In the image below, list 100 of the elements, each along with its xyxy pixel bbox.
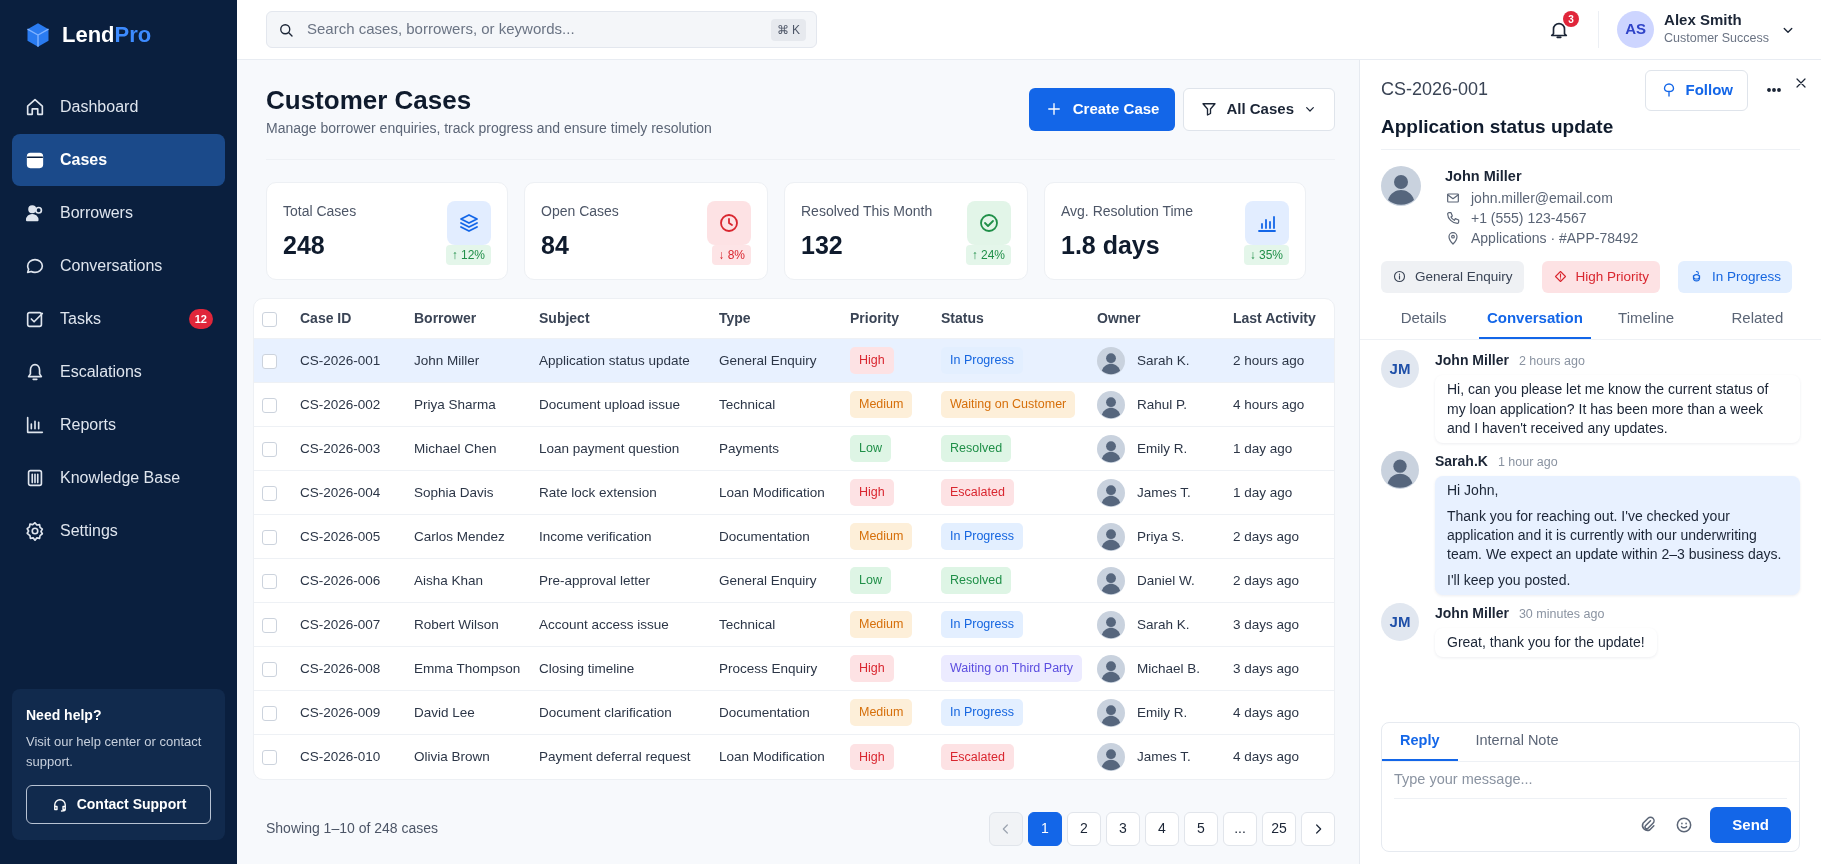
search-input[interactable]: Search cases, borrowers, or keywords...	[305, 17, 761, 42]
case-tag: General Enquiry	[1381, 260, 1524, 293]
status-badge: In Progress	[941, 611, 1023, 639]
sidebar-item[interactable]: Conversations	[12, 240, 225, 292]
type-text: Technical	[719, 396, 776, 412]
subject-text: Document upload issue	[539, 396, 681, 412]
column-header[interactable]: Borrower	[414, 310, 477, 327]
status-badge: Escalated	[941, 743, 1014, 771]
page-subtitle: Manage borrower enquiries, track progress and ensure timely resolution	[266, 118, 712, 138]
composer-tab[interactable]: Reply	[1382, 723, 1458, 761]
subject-text: Account access issue	[539, 616, 669, 632]
sidebar-item[interactable]: Settings	[12, 505, 225, 557]
subject-text: Application status update	[539, 352, 690, 368]
borrower-name: Michael Chen	[414, 440, 497, 456]
case-title: Application status update	[1381, 112, 1800, 150]
column-header[interactable]: Last Activity	[1233, 310, 1316, 327]
subject-text: Document clarification	[539, 704, 672, 720]
subject-text: Loan payment question	[539, 440, 680, 456]
detail-tab[interactable]: Conversation	[1479, 298, 1591, 340]
filter-dropdown[interactable]: All Cases	[1183, 88, 1335, 131]
case-id[interactable]: CS-2026-007	[300, 616, 381, 632]
shortcut-hint: ⌘ K	[770, 18, 806, 41]
composer-tab[interactable]: Internal Note	[1457, 723, 1577, 761]
case-id[interactable]: CS-2026-006	[300, 572, 381, 588]
case-tag: High Priority	[1541, 260, 1661, 293]
send-button[interactable]: Send	[1710, 806, 1791, 843]
column-header[interactable]: Priority	[850, 310, 899, 327]
page-button[interactable]: 4	[1145, 811, 1179, 846]
last-activity: 3 days ago	[1233, 660, 1300, 676]
detail-tab[interactable]: Related	[1701, 298, 1813, 340]
subject-text: Closing timeline	[539, 660, 635, 676]
page-button[interactable]: 3	[1106, 811, 1140, 846]
reply-composer[interactable]: Reply Internal Note Type your message... Send	[1381, 722, 1800, 852]
case-id[interactable]: CS-2026-009	[300, 704, 381, 720]
detail-tab[interactable]: Details	[1368, 298, 1480, 340]
status-badge: In Progress	[941, 523, 1023, 551]
borrower-name: Emma Thompson	[414, 660, 521, 676]
contact-email[interactable]: john.miller@email.com	[1471, 187, 1613, 209]
borrower-name: John Miller	[414, 352, 480, 368]
case-id[interactable]: CS-2026-003	[300, 440, 381, 456]
column-header[interactable]: Subject	[539, 310, 590, 327]
type-text: General Enquiry	[719, 572, 817, 588]
last-activity: 2 days ago	[1233, 572, 1300, 588]
page-button[interactable]: ...	[1223, 811, 1257, 846]
case-id[interactable]: CS-2026-008	[300, 660, 381, 676]
owner-name: Emily R.	[1137, 439, 1188, 458]
type-text: Loan Modification	[719, 748, 825, 764]
owner-name: Michael B.	[1137, 659, 1201, 678]
sidebar-item[interactable]: Borrowers	[12, 187, 225, 239]
contact-phone: +1 (555) 123-4567	[1471, 209, 1587, 229]
column-header[interactable]: Status	[941, 310, 984, 327]
sidebar-item[interactable]: Tasks 12	[12, 293, 225, 345]
page-button[interactable]: 5	[1184, 811, 1218, 846]
status-badge: In Progress	[941, 699, 1023, 727]
case-id[interactable]: CS-2026-005	[300, 528, 381, 544]
case-tag: In Progress	[1678, 260, 1793, 293]
case-id[interactable]: CS-2026-002	[300, 396, 381, 412]
follow-button[interactable]: Follow	[1644, 70, 1748, 111]
type-text: Payments	[719, 440, 780, 456]
type-text: Process Enquiry	[719, 660, 818, 676]
owner-name: Sarah K.	[1137, 615, 1190, 634]
borrower-name: Carlos Mendez	[414, 528, 505, 544]
owner-name: Sarah K.	[1137, 351, 1190, 370]
stat-value: 1.8 days	[1061, 231, 1161, 260]
page-button[interactable]: 25	[1262, 811, 1296, 846]
owner-name: Emily R.	[1137, 703, 1188, 722]
brand-logo: LendPro	[62, 21, 152, 49]
help-text: Visit our help center or contact support.	[26, 733, 203, 771]
case-id[interactable]: CS-2026-010	[300, 748, 381, 764]
message-time: 30 minutes ago	[1518, 606, 1605, 621]
case-id[interactable]: CS-2026-004	[300, 484, 381, 500]
page-button[interactable]: 1	[1028, 811, 1062, 846]
sidebar-item[interactable]: Knowledge Base	[12, 452, 225, 504]
detail-tab[interactable]: Timeline	[1590, 298, 1702, 340]
subject-text: Payment deferral request	[539, 748, 691, 764]
type-text: General Enquiry	[719, 352, 817, 368]
user-avatar[interactable]: AS	[1617, 11, 1655, 48]
create-case-button[interactable]: Create Case	[1028, 88, 1176, 131]
contact-support-button[interactable]: Contact Support	[26, 785, 211, 824]
search-field[interactable]: Search cases, borrowers, or keywords... ⌘ K	[266, 11, 817, 48]
subject-text: Pre-approval letter	[539, 572, 651, 588]
sidebar-item[interactable]: Cases	[12, 134, 225, 186]
message-author: John Miller	[1435, 352, 1509, 369]
initials-avatar: JM	[1381, 350, 1419, 389]
sidebar-item[interactable]: Escalations	[12, 346, 225, 398]
sidebar-item[interactable]: Dashboard	[12, 81, 225, 133]
message-author: John Miller	[1435, 604, 1509, 621]
sidebar-item[interactable]: Reports	[12, 399, 225, 451]
subject-text: Rate lock extension	[539, 484, 657, 500]
case-number: CS-2026-001	[1381, 78, 1489, 101]
page-button[interactable]: 2	[1067, 811, 1101, 846]
column-header[interactable]: Owner	[1097, 310, 1141, 327]
trend-badge: ↑ 12%	[445, 244, 491, 265]
stat-value: 84	[541, 231, 570, 260]
last-activity: 4 days ago	[1233, 704, 1300, 720]
user-role: Customer Success	[1664, 30, 1769, 48]
column-header[interactable]: Type	[719, 310, 751, 327]
last-activity: 4 hours ago	[1233, 396, 1305, 412]
borrower-name: Sophia Davis	[414, 484, 494, 500]
column-header[interactable]: Case ID	[300, 310, 352, 327]
